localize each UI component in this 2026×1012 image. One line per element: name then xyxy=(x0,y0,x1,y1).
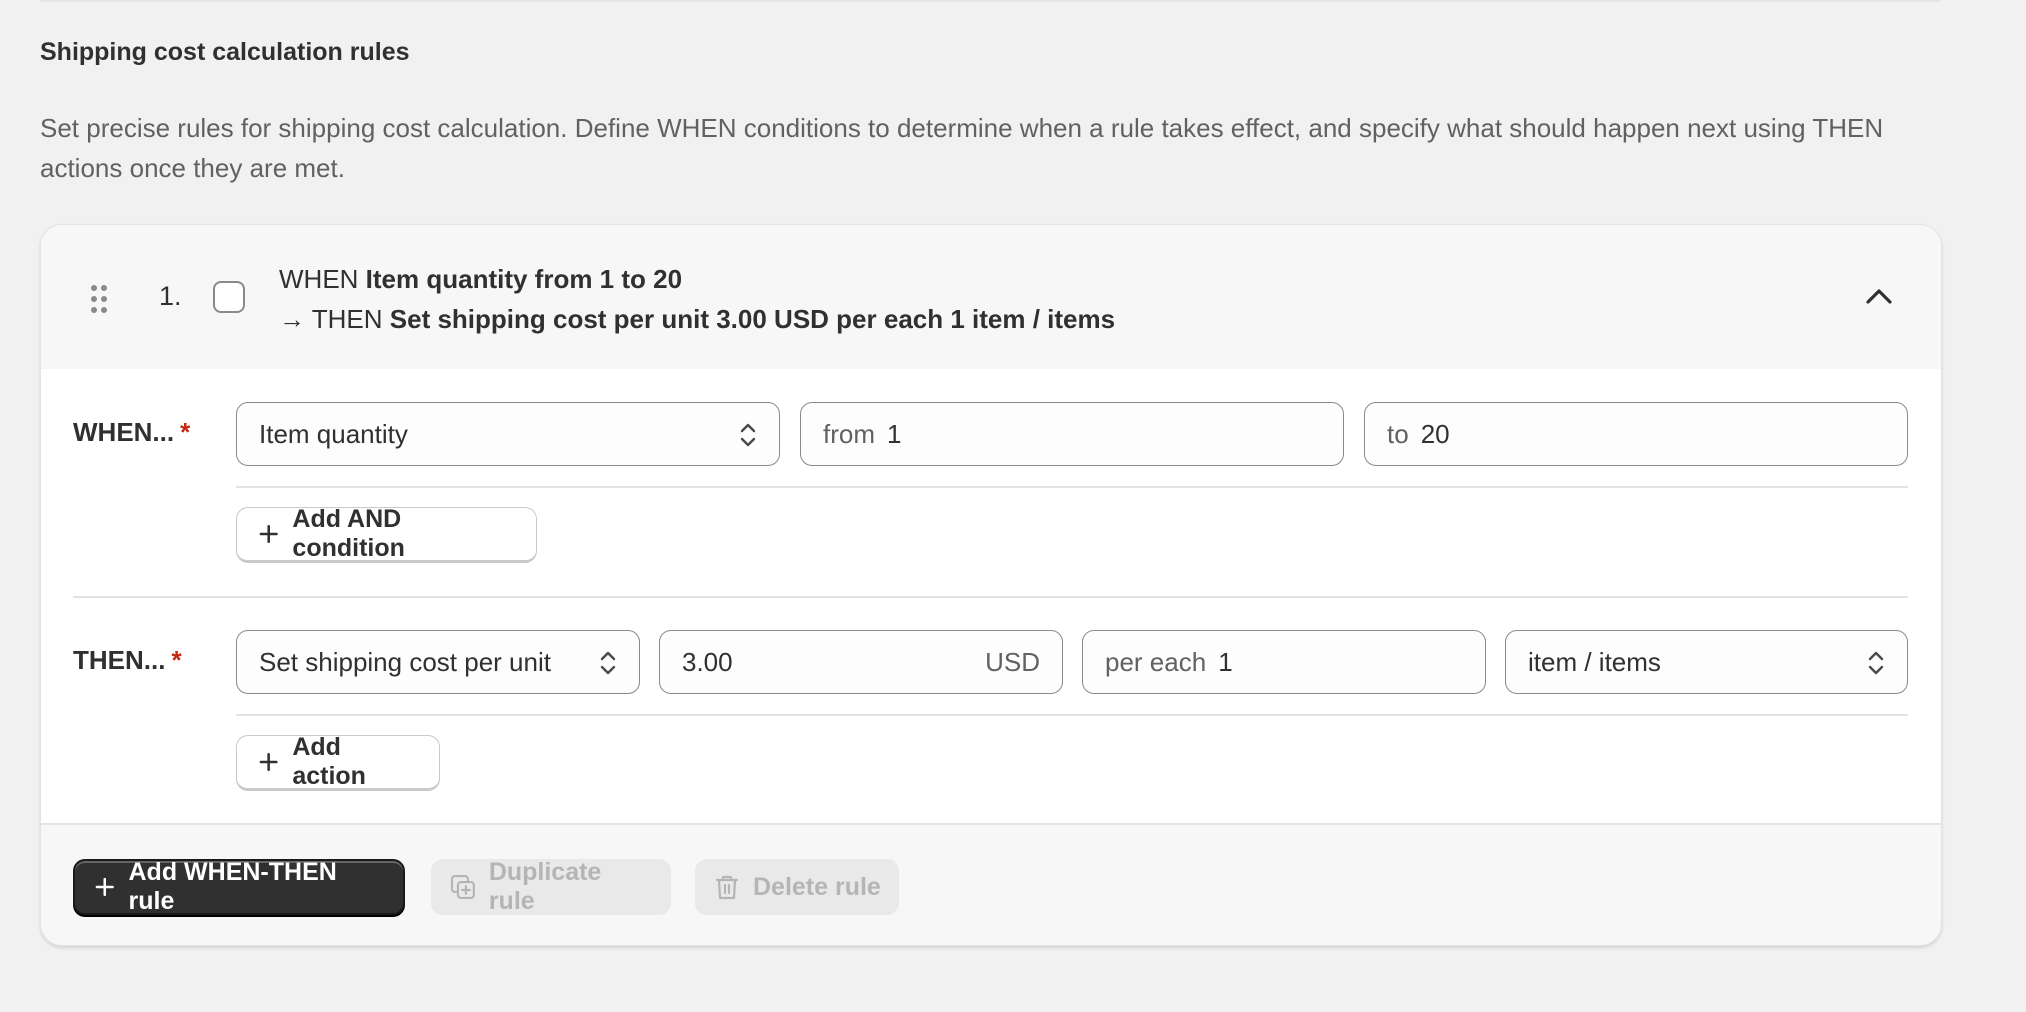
per-each-input[interactable]: per each 1 xyxy=(1082,630,1486,694)
to-prefix: to xyxy=(1387,418,1409,449)
chevron-up-icon[interactable] xyxy=(1861,281,1897,313)
from-prefix: from xyxy=(823,418,875,449)
delete-rule-button[interactable]: Delete rule xyxy=(695,859,899,915)
add-action-button[interactable]: Add action xyxy=(236,733,440,791)
select-arrows-icon xyxy=(740,423,756,447)
per-each-value: 1 xyxy=(1218,646,1233,677)
rule-number: 1. xyxy=(159,281,182,311)
when-label: WHEN... * xyxy=(73,417,191,447)
from-input[interactable]: from 1 xyxy=(800,402,1344,466)
drag-handle-icon[interactable] xyxy=(91,285,111,313)
rule-header[interactable]: 1. WHEN Item quantity from 1 to 20 → THE… xyxy=(41,225,1941,369)
to-value: 20 xyxy=(1420,418,1450,449)
top-divider xyxy=(40,0,1940,2)
unit-select-value: item / items xyxy=(1528,646,1661,677)
rule-footer: Add WHEN-THEN rule Duplicate rule Delete… xyxy=(41,823,1941,945)
add-when-then-rule-button[interactable]: Add WHEN-THEN rule xyxy=(73,858,405,915)
section-divider xyxy=(73,596,1908,598)
plus-icon xyxy=(95,877,114,897)
per-each-prefix: per each xyxy=(1105,646,1207,677)
section-description: Set precise rules for shipping cost calc… xyxy=(40,113,1884,183)
unit-select[interactable]: item / items xyxy=(1505,630,1908,694)
select-arrows-icon xyxy=(600,651,616,675)
cost-input[interactable]: 3.00 USD xyxy=(659,630,1063,694)
trash-icon xyxy=(715,875,739,900)
condition-select[interactable]: Item quantity xyxy=(236,402,780,466)
rule-summary: WHEN Item quantity from 1 to 20 → THEN S… xyxy=(279,259,1115,339)
rule-card: 1. WHEN Item quantity from 1 to 20 → THE… xyxy=(40,224,1942,946)
cost-value: 3.00 xyxy=(682,646,733,677)
action-select[interactable]: Set shipping cost per unit xyxy=(236,630,640,694)
from-value: 1 xyxy=(887,418,902,449)
rule-select-checkbox[interactable] xyxy=(213,281,245,313)
duplicate-rule-button[interactable]: Duplicate rule xyxy=(431,858,671,915)
then-label: THEN... * xyxy=(73,645,182,675)
plus-icon xyxy=(259,753,278,771)
to-input[interactable]: to 20 xyxy=(1364,402,1908,466)
duplicate-icon xyxy=(450,874,475,900)
add-and-condition-button[interactable]: Add AND condition xyxy=(236,505,537,563)
rule-summary-then: → THEN Set shipping cost per unit 3.00 U… xyxy=(279,304,1116,334)
action-select-value: Set shipping cost per unit xyxy=(259,646,551,677)
then-divider xyxy=(236,714,1908,716)
rule-summary-when: WHEN Item quantity from 1 to 20 xyxy=(279,264,683,294)
plus-icon xyxy=(259,524,278,544)
when-divider xyxy=(236,486,1908,488)
currency-suffix: USD xyxy=(985,646,1040,677)
section-title: Shipping cost calculation rules xyxy=(40,38,410,66)
condition-select-value: Item quantity xyxy=(259,418,408,449)
select-arrows-icon xyxy=(1868,651,1884,675)
